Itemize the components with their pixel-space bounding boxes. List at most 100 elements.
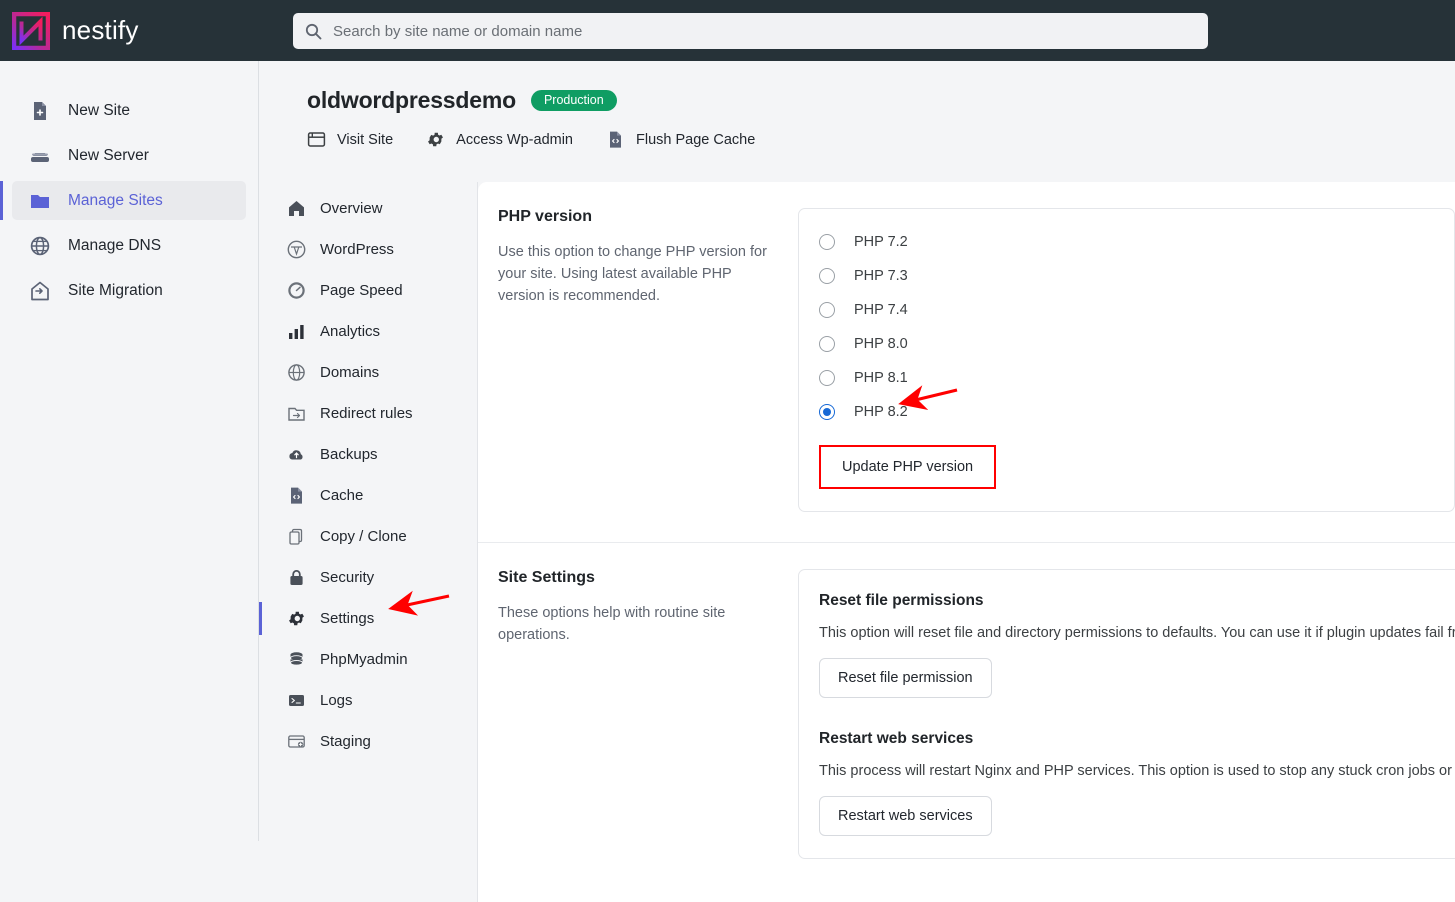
php-option-8-2[interactable]: PHP 8.2 <box>819 395 1434 429</box>
page-title: oldwordpressdemo <box>307 87 516 113</box>
content-area: oldwordpressdemo Production Visit Site A… <box>259 61 1455 902</box>
site-header: oldwordpressdemo Production Visit Site A… <box>259 61 1455 149</box>
php-version-section: PHP version Use this option to change PH… <box>478 182 1455 512</box>
subnav-item-settings[interactable]: Settings <box>259 598 477 639</box>
subnav-item-copy-clone[interactable]: Copy / Clone <box>259 516 477 557</box>
radio-label: PHP 8.0 <box>854 336 908 352</box>
subnav-item-label: PhpMyadmin <box>320 651 408 668</box>
subnav-item-label: Security <box>320 569 375 586</box>
subnav-item-security[interactable]: Security <box>259 557 477 598</box>
search-icon <box>305 23 322 40</box>
access-wp-admin-button[interactable]: Access Wp-admin <box>426 130 573 149</box>
subnav-item-overview[interactable]: Overview <box>259 188 477 229</box>
reset-file-permissions-description: This option will reset file and director… <box>819 625 1455 641</box>
sidebar-item-label: Site Migration <box>68 281 163 299</box>
status-badge: Production <box>530 89 617 112</box>
site-settings-controls: Reset file permissions This option will … <box>798 569 1455 859</box>
home-icon <box>287 199 306 218</box>
subnav-item-label: Analytics <box>320 323 381 340</box>
radio-icon[interactable] <box>819 268 835 284</box>
browser-plus-icon <box>287 732 306 751</box>
copy-icon <box>287 527 306 546</box>
subnav-item-label: Page Speed <box>320 282 403 299</box>
sidebar-item-site-migration[interactable]: Site Migration <box>12 271 246 310</box>
sidebar-item-manage-sites[interactable]: Manage Sites <box>0 181 246 220</box>
radio-icon[interactable] <box>819 302 835 318</box>
restart-web-services-heading: Restart web services <box>819 730 974 747</box>
php-option-8-1[interactable]: PHP 8.1 <box>819 361 1434 395</box>
subnav-item-label: WordPress <box>320 241 394 258</box>
quick-action-label: Access Wp-admin <box>456 131 573 148</box>
sidebar-item-label: Manage Sites <box>68 191 163 209</box>
bar-chart-icon <box>287 322 306 341</box>
subnav-item-phpmyadmin[interactable]: PhpMyadmin <box>259 639 477 680</box>
file-plus-icon <box>29 100 51 122</box>
subnav-item-staging[interactable]: Staging <box>259 721 477 762</box>
subnav-item-wordpress[interactable]: WordPress <box>259 229 477 270</box>
php-version-box: PHP 7.2 PHP 7.3 PHP 7.4 PHP 8.0 PHP 8.1 … <box>798 208 1455 512</box>
subnav-item-domains[interactable]: Domains <box>259 352 477 393</box>
sidebar-item-label: Manage DNS <box>68 236 162 254</box>
flush-page-cache-button[interactable]: Flush Page Cache <box>606 130 755 149</box>
update-php-version-button[interactable]: Update PHP version <box>821 447 995 487</box>
brand[interactable]: nestify <box>11 11 139 50</box>
globe-icon <box>287 363 306 382</box>
reset-file-permissions-heading: Reset file permissions <box>819 592 984 609</box>
radio-icon[interactable] <box>819 336 835 352</box>
subnav-item-label: Staging <box>320 733 371 750</box>
cloud-up-icon <box>287 445 306 464</box>
sidebar-item-manage-dns[interactable]: Manage DNS <box>12 226 246 265</box>
subnav-item-analytics[interactable]: Analytics <box>259 311 477 352</box>
radio-label: PHP 8.1 <box>854 370 908 386</box>
gear-icon <box>287 609 306 628</box>
radio-label: PHP 7.4 <box>854 302 908 318</box>
reset-file-permission-button[interactable]: Reset file permission <box>819 658 992 698</box>
php-version-title: PHP version <box>498 208 592 225</box>
subnav-item-label: Logs <box>320 692 353 709</box>
subnav-item-backups[interactable]: Backups <box>259 434 477 475</box>
radio-label: PHP 7.3 <box>854 268 908 284</box>
sidebar-item-new-site[interactable]: New Site <box>12 91 246 130</box>
subnav-item-logs[interactable]: Logs <box>259 680 477 721</box>
search-bar[interactable] <box>293 13 1208 49</box>
search-input[interactable] <box>333 14 1173 48</box>
php-option-8-0[interactable]: PHP 8.0 <box>819 327 1434 361</box>
site-subnav: Overview WordPress Page Speed Analytics … <box>259 182 478 902</box>
site-settings-description: These options help with routine site ope… <box>498 605 726 644</box>
quick-action-label: Flush Page Cache <box>636 131 756 148</box>
folder-icon <box>29 190 51 212</box>
subnav-item-redirect-rules[interactable]: Redirect rules <box>259 393 477 434</box>
update-php-highlight: Update PHP version <box>819 445 997 489</box>
subnav-item-label: Copy / Clone <box>320 528 407 545</box>
subnav-item-page-speed[interactable]: Page Speed <box>259 270 477 311</box>
nestify-logo-icon <box>11 11 51 50</box>
site-settings-section: Site Settings These options help with ro… <box>478 543 1455 859</box>
radio-icon[interactable] <box>819 370 835 386</box>
database-icon <box>287 650 306 669</box>
visit-site-button[interactable]: Visit Site <box>307 130 393 149</box>
sidebar-item-new-server[interactable]: New Server <box>12 136 246 175</box>
subnav-item-label: Overview <box>320 200 383 217</box>
sidebar-item-label: New Server <box>68 146 149 164</box>
subnav-item-cache[interactable]: Cache <box>259 475 477 516</box>
wordpress-icon <box>287 240 306 259</box>
site-settings-info: Site Settings These options help with ro… <box>498 569 798 859</box>
radio-label: PHP 8.2 <box>854 404 908 420</box>
reset-file-permissions-block: Reset file permissions This option will … <box>819 586 1455 698</box>
php-option-7-2[interactable]: PHP 7.2 <box>819 225 1434 259</box>
php-version-description: Use this option to change PHP version fo… <box>498 244 767 305</box>
globe-icon <box>29 235 51 257</box>
top-bar: nestify <box>0 0 1455 61</box>
subnav-item-label: Redirect rules <box>320 405 413 422</box>
quick-action-label: Visit Site <box>337 131 394 148</box>
terminal-icon <box>287 691 306 710</box>
restart-web-services-button[interactable]: Restart web services <box>819 796 992 836</box>
file-code-icon <box>606 130 625 149</box>
php-option-7-3[interactable]: PHP 7.3 <box>819 259 1434 293</box>
php-option-7-4[interactable]: PHP 7.4 <box>819 293 1434 327</box>
restart-web-services-description: This process will restart Nginx and PHP … <box>819 763 1455 779</box>
settings-content-card: PHP version Use this option to change PH… <box>478 182 1455 902</box>
lock-icon <box>287 568 306 587</box>
radio-icon[interactable] <box>819 234 835 250</box>
radio-icon-selected[interactable] <box>819 404 835 420</box>
